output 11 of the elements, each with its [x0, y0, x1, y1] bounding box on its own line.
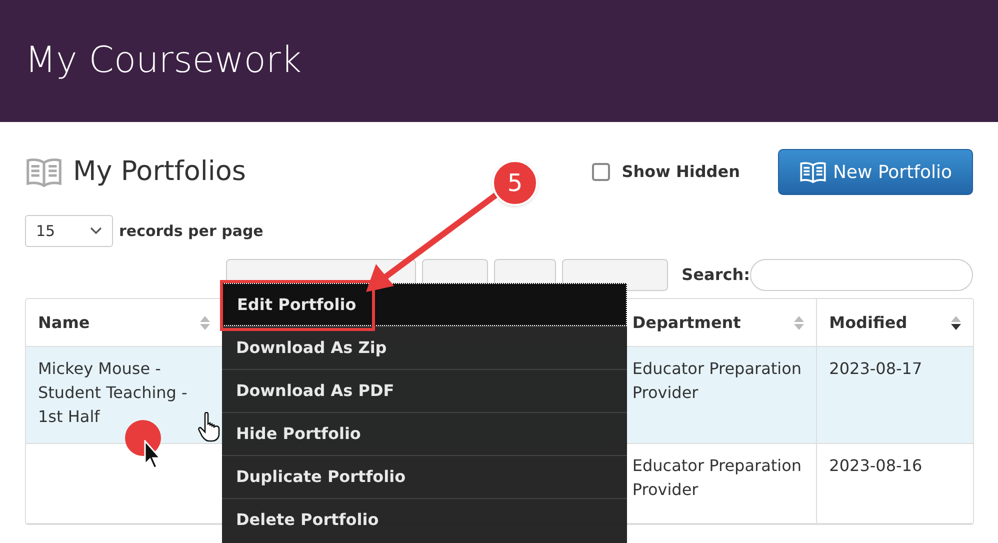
step-badge: 5	[492, 160, 538, 206]
records-label: records per page	[119, 220, 264, 242]
search-label: Search:	[682, 264, 750, 286]
section-title: My Portfolios	[73, 154, 246, 189]
page-title: My Coursework	[25, 39, 302, 83]
table-cell: Educator Preparation Provider	[632, 359, 802, 402]
table-cell: Mickey Mouse - Student Teaching - 1st Half	[38, 359, 188, 426]
checkbox-label: Show Hidden	[622, 161, 740, 183]
table-cell: Educator Preparation Provider	[632, 456, 802, 499]
table-cell: 2023-08-17	[829, 359, 922, 378]
table-cell: 2023-08-16	[829, 456, 922, 475]
